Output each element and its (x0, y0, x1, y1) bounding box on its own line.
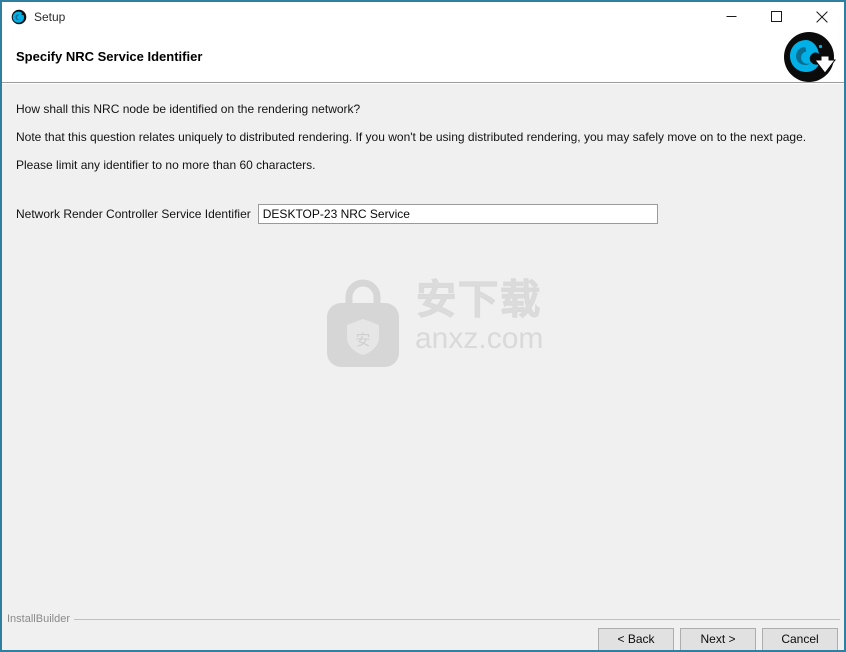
setup-window: Setup Specify NRC Service Identifier How… (0, 0, 846, 652)
svg-text:安: 安 (355, 331, 370, 349)
page-header: Specify NRC Service Identifier (2, 31, 844, 83)
page-title: Specify NRC Service Identifier (16, 49, 203, 64)
close-icon[interactable] (799, 2, 844, 31)
navigation-button-bar: < Back Next > Cancel (2, 628, 844, 650)
intro-paragraph-2: Note that this question relates uniquely… (16, 130, 807, 144)
site-watermark: 安 安下载 anxz.com (317, 277, 543, 378)
title-bar: Setup (2, 2, 844, 31)
minimize-icon[interactable] (709, 2, 754, 31)
maximize-icon[interactable] (754, 2, 799, 31)
cancel-button[interactable]: Cancel (762, 628, 838, 650)
installbuilder-brand: InstallBuilder (7, 613, 70, 625)
watermark-url-text: anxz.com (415, 322, 544, 355)
footer-divider-line (73, 618, 840, 620)
next-button[interactable]: Next > (680, 628, 756, 650)
window-controls (709, 2, 844, 31)
intro-paragraph-3: Please limit any identifier to no more t… (16, 158, 316, 172)
chameleon-app-icon (11, 9, 27, 25)
back-button[interactable]: < Back (598, 628, 674, 650)
page-body: How shall this NRC node be identified on… (2, 84, 844, 650)
service-identifier-label: Network Render Controller Service Identi… (16, 207, 251, 221)
chameleon-download-logo (782, 30, 837, 84)
intro-paragraph-1: How shall this NRC node be identified on… (16, 102, 361, 116)
watermark-text-group: 安下载 anxz.com (415, 277, 543, 355)
footer-separator: InstallBuilder (2, 610, 844, 628)
service-identifier-row: Network Render Controller Service Identi… (16, 204, 658, 224)
watermark-cn-text: 安下载 (416, 278, 543, 323)
service-identifier-input[interactable] (257, 204, 658, 224)
shopping-bag-icon: 安 (317, 277, 409, 378)
window-title: Setup (34, 9, 66, 24)
